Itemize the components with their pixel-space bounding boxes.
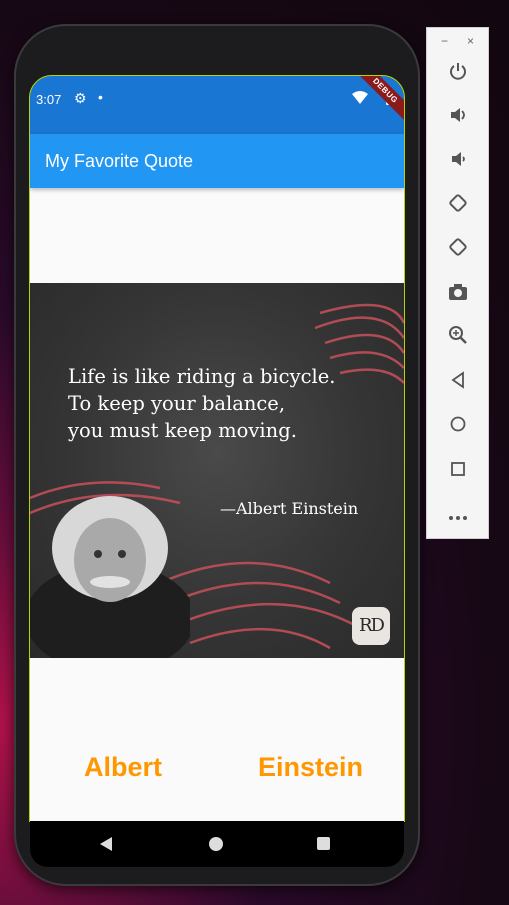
quote-image: Life is like riding a bicycle. To keep y… bbox=[30, 283, 404, 658]
overview-icon[interactable] bbox=[443, 456, 473, 486]
albert-button[interactable]: Albert bbox=[84, 752, 162, 783]
emulator-toolbar: − × bbox=[426, 27, 489, 539]
zoom-icon[interactable] bbox=[443, 324, 473, 354]
close-icon[interactable]: × bbox=[467, 34, 474, 48]
rd-logo: RD bbox=[352, 607, 390, 645]
more-icon[interactable] bbox=[443, 500, 473, 530]
wifi-icon bbox=[352, 91, 368, 104]
app-title: My Favorite Quote bbox=[45, 151, 194, 171]
quote-line: Life is like riding a bicycle. bbox=[68, 365, 336, 388]
minimize-icon[interactable]: − bbox=[441, 34, 448, 48]
nav-home-icon[interactable] bbox=[209, 837, 223, 851]
einstein-button[interactable]: Einstein bbox=[258, 752, 363, 783]
app-bar: My Favorite Quote bbox=[30, 134, 404, 188]
volume-up-icon[interactable] bbox=[443, 104, 473, 134]
app-screen: 3:07 ⚙ • DEBUG My Favorite Quote Life is… bbox=[29, 75, 405, 822]
nav-overview-icon[interactable] bbox=[317, 837, 330, 850]
volume-down-icon[interactable] bbox=[443, 148, 473, 178]
navigation-bar bbox=[30, 821, 404, 867]
quote-line: To keep your balance, bbox=[68, 392, 286, 415]
status-time: 3:07 bbox=[36, 92, 62, 107]
power-icon[interactable] bbox=[443, 60, 473, 90]
settings-icon: ⚙ bbox=[74, 90, 87, 106]
home-icon[interactable] bbox=[443, 412, 473, 442]
rotate-right-icon[interactable] bbox=[443, 236, 473, 266]
notification-dot-icon: • bbox=[98, 89, 103, 105]
quote-text: Life is like riding a bicycle. To keep y… bbox=[68, 363, 368, 444]
quote-line: you must keep moving. bbox=[68, 419, 297, 442]
portrait-illustration bbox=[30, 496, 190, 658]
back-icon[interactable] bbox=[443, 368, 473, 398]
quote-author: —Albert Einstein bbox=[220, 499, 359, 518]
nav-back-icon[interactable] bbox=[100, 837, 112, 851]
rotate-left-icon[interactable] bbox=[443, 192, 473, 222]
status-bar: 3:07 ⚙ • DEBUG bbox=[30, 76, 404, 134]
camera-icon[interactable] bbox=[443, 280, 473, 310]
